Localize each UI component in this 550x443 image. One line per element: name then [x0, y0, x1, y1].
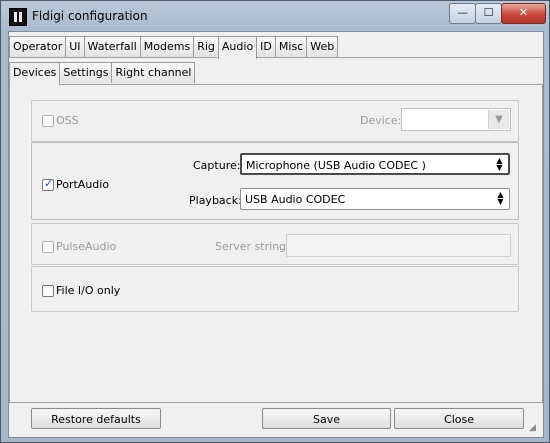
window-title: Fldigi configuration [32, 9, 148, 23]
minimize-button[interactable]: — [449, 3, 476, 24]
close-button[interactable]: Close [394, 408, 524, 429]
server-string-label: Server string: [215, 240, 290, 253]
capture-label: Capture: [193, 159, 241, 172]
capture-value: Microphone (USB Audio CODEC ) [246, 159, 426, 172]
oss-checkbox[interactable]: OSS [42, 114, 79, 127]
updown-arrows-icon: ▲ ▼ [496, 156, 503, 172]
tab-operator[interactable]: Operator [9, 36, 67, 57]
main-tab-bar: Operator UI Waterfall Modems Rig Audio I… [9, 36, 339, 59]
resize-grip-icon[interactable]: ◢ [529, 423, 539, 433]
device-label: Device: [360, 114, 402, 127]
server-string-input[interactable] [286, 234, 511, 257]
tab-right-channel[interactable]: Right channel [111, 62, 196, 83]
updown-arrows-icon: ▲ ▼ [497, 190, 504, 206]
pulseaudio-checkbox[interactable]: PulseAudio [42, 240, 116, 253]
restore-defaults-button[interactable]: Restore defaults [31, 408, 161, 429]
playback-label: Playback: [189, 194, 242, 207]
pulseaudio-label: PulseAudio [56, 240, 117, 253]
tab-rig[interactable]: Rig [193, 36, 219, 57]
fileio-checkbox-box[interactable] [42, 284, 54, 297]
tab-devices[interactable]: Devices [9, 62, 61, 85]
main-tab-divider [9, 57, 543, 58]
close-window-button[interactable]: ✕ [501, 3, 546, 24]
sub-tab-bar: Devices Settings Right channel [9, 62, 196, 85]
oss-device-select[interactable]: ▼ [401, 108, 511, 131]
tab-waterfall[interactable]: Waterfall [83, 36, 141, 57]
tab-id[interactable]: ID [256, 36, 276, 57]
maximize-button[interactable]: ☐ [475, 3, 502, 24]
config-window: Fldigi configuration — ☐ ✕ Operator UI W… [0, 0, 550, 443]
portaudio-label: PortAudio [56, 178, 110, 191]
tab-modems[interactable]: Modems [139, 36, 195, 57]
playback-value: USB Audio CODEC [245, 193, 346, 206]
fileio-label: File I/O only [56, 284, 121, 297]
portaudio-checkbox[interactable]: ✓ PortAudio [42, 176, 110, 191]
oss-checkbox-box[interactable] [42, 114, 54, 127]
capture-select[interactable]: Microphone (USB Audio CODEC ) ▲ ▼ [240, 153, 510, 175]
chevron-down-icon: ▼ [488, 110, 509, 129]
oss-label: OSS [56, 114, 79, 127]
tab-misc[interactable]: Misc [274, 36, 308, 57]
app-icon [9, 8, 27, 26]
save-button[interactable]: Save [262, 408, 391, 429]
playback-select[interactable]: USB Audio CODEC ▲ ▼ [240, 188, 510, 210]
portaudio-checkbox-box[interactable]: ✓ [42, 176, 54, 191]
tab-settings[interactable]: Settings [59, 62, 113, 83]
tab-web[interactable]: Web [306, 36, 339, 57]
tab-audio[interactable]: Audio [217, 36, 258, 59]
pulseaudio-checkbox-box[interactable] [42, 240, 54, 253]
tab-ui[interactable]: UI [65, 36, 85, 57]
checkmark-icon: ✓ [44, 176, 54, 190]
dialog-client-area: Operator UI Waterfall Modems Rig Audio I… [8, 31, 544, 438]
fileio-checkbox[interactable]: File I/O only [42, 284, 120, 297]
title-bar[interactable]: Fldigi configuration — ☐ ✕ [1, 1, 549, 31]
